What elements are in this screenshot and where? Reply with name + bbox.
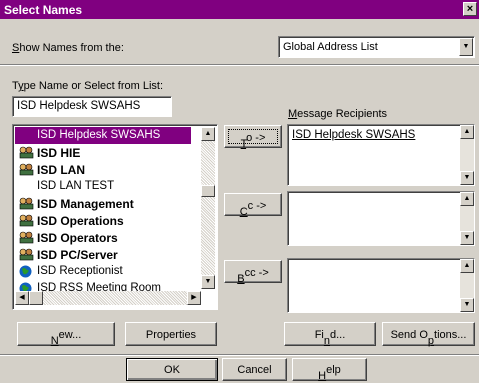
bcc-scroll-up-icon[interactable]: ▲ [460, 259, 474, 273]
list-item-label: ISD PC/Server [37, 248, 118, 262]
bcc-button[interactable]: Bcc -> [224, 260, 282, 285]
window-title: Select Names [4, 3, 83, 17]
divider [0, 64, 479, 66]
cc-button[interactable]: Cc -> [224, 193, 282, 218]
names-list[interactable]: ISD Helpdesk SWSAHS ISD HIE ISD LAN ISD LAN… [12, 124, 218, 310]
list-item-label: ISD Receptionist [37, 265, 123, 277]
list-item-label: ISD Helpdesk SWSAHS [37, 129, 161, 141]
select-names-dialog: Select Names × Show Names from the: Glob… [0, 0, 479, 383]
to-recipients-box[interactable]: ISD Helpdesk SWSAHS ▲ ▼ [287, 124, 475, 186]
cc-scroll-up-icon[interactable]: ▲ [460, 192, 474, 206]
names-list-vscrollbar[interactable]: ▲ ▼ [201, 127, 215, 289]
list-item-label: ISD LAN TEST [37, 180, 115, 192]
distribution-list-icon [19, 248, 34, 261]
names-list-hscrollbar[interactable]: ◀ ▶ [15, 291, 201, 305]
scroll-thumb[interactable] [201, 185, 215, 197]
name-search-value: ISD Helpdesk SWSAHS [17, 100, 141, 112]
type-name-label: Type Name or Select from List: [12, 80, 164, 92]
dropdown-arrow-icon[interactable]: ▼ [459, 38, 473, 56]
list-item[interactable]: ISD Operations [15, 212, 191, 229]
properties-label: Properties [145, 329, 197, 341]
list-item[interactable]: ISD LAN [15, 161, 191, 178]
cancel-label: Cancel [237, 364, 272, 376]
show-names-label-text: how Names from the: [19, 42, 124, 54]
distribution-list-icon [19, 231, 34, 244]
to-button[interactable]: To -> [224, 125, 282, 150]
distribution-list-icon [19, 197, 34, 210]
globe-icon [19, 265, 33, 278]
bcc-scroll-down-icon[interactable]: ▼ [460, 298, 474, 312]
address-book-dropdown[interactable]: Global Address List ▼ [278, 36, 475, 58]
help-button[interactable]: Help [292, 358, 367, 382]
list-item[interactable]: ISD Helpdesk SWSAHS [15, 127, 191, 144]
properties-button[interactable]: Properties [125, 322, 217, 346]
cancel-button[interactable]: Cancel [222, 358, 287, 381]
find-button[interactable]: Find... [284, 322, 376, 347]
scroll-right-icon[interactable]: ▶ [187, 291, 201, 305]
list-item-label: ISD Management [37, 197, 134, 211]
list-item-label: ISD Operations [37, 214, 124, 228]
hscroll-thumb[interactable] [29, 291, 43, 305]
to-scroll-down-icon[interactable]: ▼ [460, 171, 474, 185]
distribution-list-icon [19, 214, 34, 227]
cc-recipients-box[interactable]: ▲ ▼ [287, 191, 475, 246]
list-item-label: ISD LAN [37, 163, 85, 177]
cc-scroll-down-icon[interactable]: ▼ [460, 231, 474, 245]
list-item[interactable]: ISD PC/Server [15, 246, 191, 263]
list-item[interactable]: ISD Receptionist [15, 263, 191, 280]
scroll-left-icon[interactable]: ◀ [15, 291, 29, 305]
to-recipient-value[interactable]: ISD Helpdesk SWSAHS [292, 129, 415, 141]
cc-vscrollbar[interactable]: ▲ ▼ [460, 192, 474, 245]
list-item[interactable]: ISD Operators [15, 229, 191, 246]
to-scroll-up-icon[interactable]: ▲ [460, 125, 474, 139]
address-book-selected: Global Address List [283, 41, 378, 53]
distribution-list-icon [19, 146, 34, 159]
scroll-up-icon[interactable]: ▲ [201, 127, 215, 141]
list-item[interactable]: ISD Management [15, 195, 191, 212]
list-item[interactable]: ISD LAN TEST [15, 178, 191, 195]
bcc-vscrollbar[interactable]: ▲ ▼ [460, 259, 474, 312]
to-vscrollbar[interactable]: ▲ ▼ [460, 125, 474, 185]
title-bar: Select Names × [0, 0, 479, 19]
new-button[interactable]: New... [17, 322, 115, 347]
list-item[interactable]: ISD HIE [15, 144, 191, 161]
bottom-divider [0, 354, 479, 356]
bcc-recipients-box[interactable]: ▲ ▼ [287, 258, 475, 313]
message-recipients-label: Message Recipients [288, 108, 388, 120]
send-options-button[interactable]: Send Options... [382, 322, 475, 347]
show-names-label: Show Names from the: [12, 42, 124, 54]
ok-button[interactable]: OK [126, 358, 218, 381]
scroll-down-icon[interactable]: ▼ [201, 275, 215, 289]
name-search-input[interactable]: ISD Helpdesk SWSAHS [12, 96, 172, 117]
distribution-list-icon [19, 163, 34, 176]
list-item-label: ISD HIE [37, 146, 81, 160]
ok-label: OK [164, 364, 180, 376]
list-item-label: ISD Operators [37, 231, 118, 245]
close-button[interactable]: × [463, 2, 477, 16]
